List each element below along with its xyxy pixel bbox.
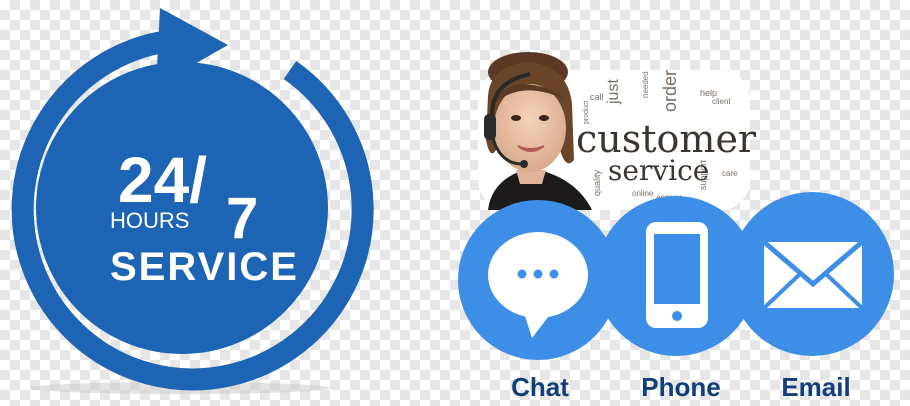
badge-service: SERVICE <box>110 245 299 289</box>
contact-options <box>458 192 894 360</box>
cloud-word: call <box>590 92 604 102</box>
cloud-word: quality <box>592 169 602 196</box>
cloud-word: order <box>660 70 680 112</box>
email-label[interactable]: Email <box>764 372 868 403</box>
phone-label[interactable]: Phone <box>626 372 736 403</box>
badge-24: 24/ <box>118 144 207 216</box>
cloud-word: just <box>605 79 622 105</box>
banner-word-service: service <box>608 154 709 187</box>
badge-hours: HOURS <box>110 208 189 233</box>
cloud-word: online <box>632 189 654 198</box>
headset-icon <box>484 114 496 140</box>
24-7-badge: 24/ 7 HOURS SERVICE <box>11 8 374 394</box>
chat-label[interactable]: Chat <box>490 372 590 403</box>
cloud-word: care <box>722 169 738 178</box>
smartphone-icon <box>646 222 708 328</box>
cloud-word: client <box>712 97 731 106</box>
badge-seven: 7 <box>226 186 258 251</box>
service-graphic: 24/ 7 HOURS SERVICE just order needed he… <box>11 8 894 394</box>
cloud-word: needed <box>641 71 650 98</box>
envelope-icon <box>762 240 864 310</box>
customer-service-banner: just order needed help support quality c… <box>478 52 757 210</box>
